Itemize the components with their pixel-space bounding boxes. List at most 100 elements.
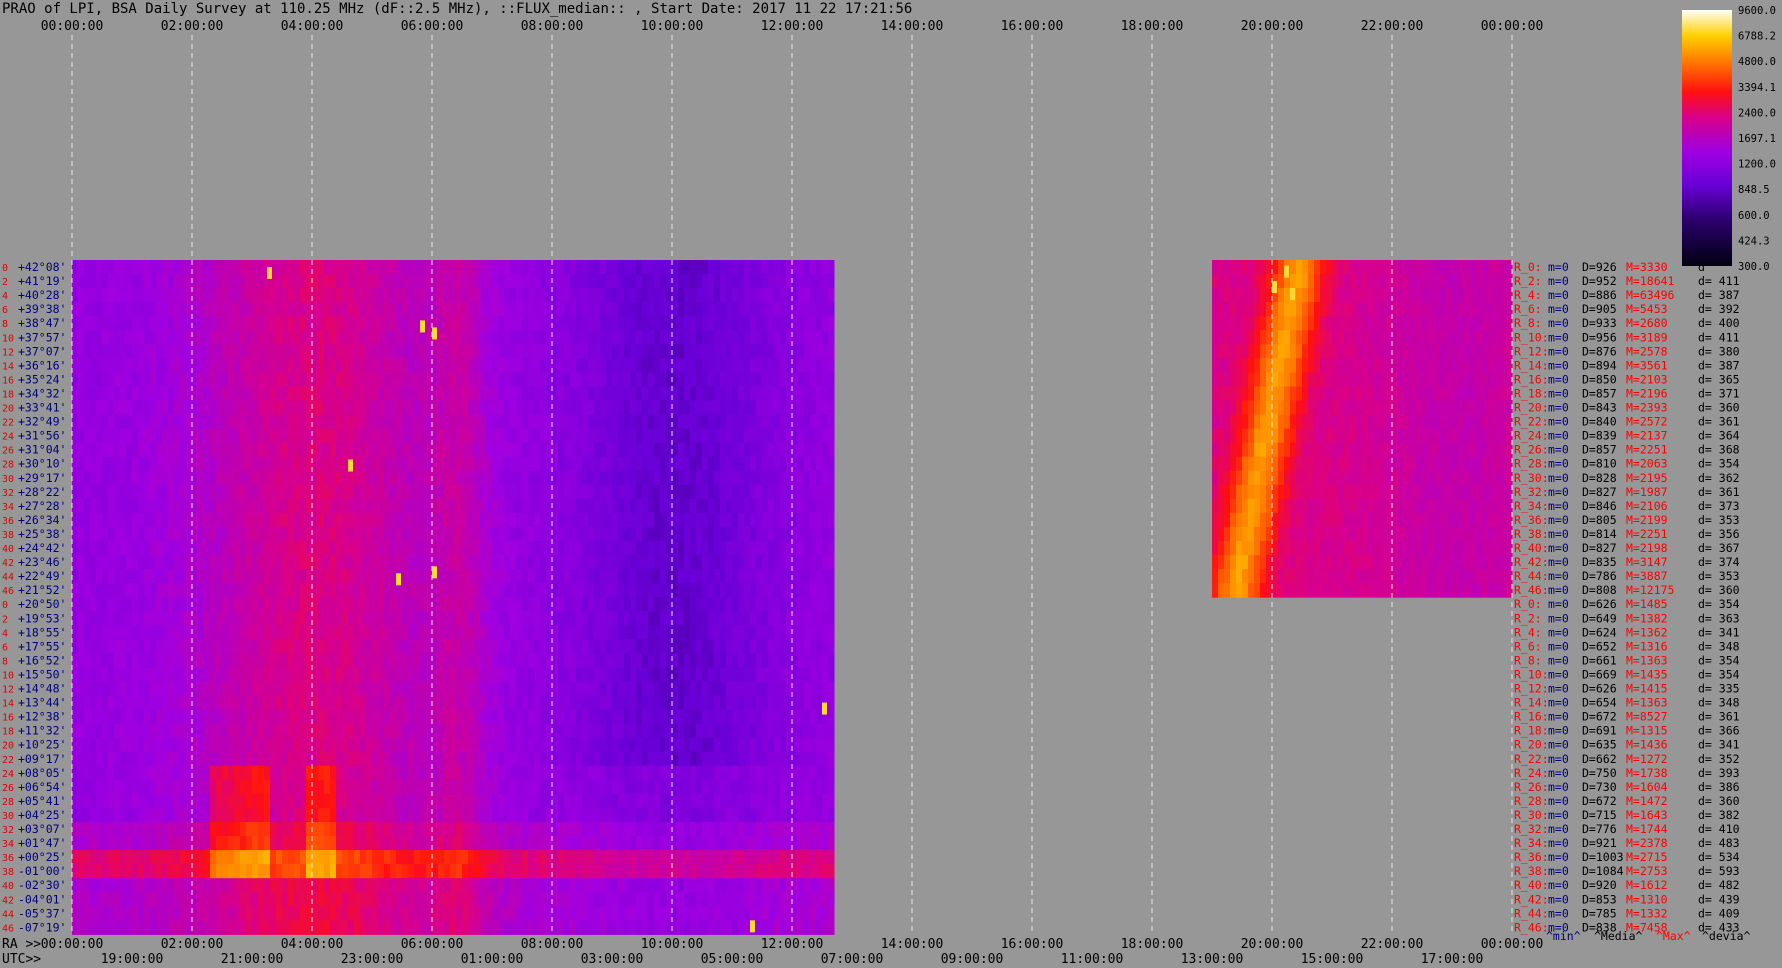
beam-index-label: 44: [2, 909, 14, 920]
stat-min: m=0: [1548, 274, 1569, 288]
stat-median: D=635: [1582, 738, 1617, 752]
declination-label: +36°16': [18, 358, 66, 372]
stat-beam-label: R_46:: [1514, 583, 1549, 597]
beam-index-label: 0: [2, 263, 8, 274]
ra-axis-prefix: RA >>: [2, 937, 41, 952]
stat-min: m=0: [1548, 302, 1569, 316]
stat-beam-label: R_6:: [1514, 302, 1542, 316]
utc-tick-label: 15:00:00: [1301, 952, 1364, 967]
stat-min: m=0: [1548, 485, 1569, 499]
beam-index-label: 6: [2, 642, 8, 653]
stat-deviation: d= 361: [1698, 415, 1740, 429]
stat-median: D=814: [1582, 527, 1617, 541]
declination-label: +20°50': [18, 597, 66, 611]
colorbar-tick-label: 9600.0: [1738, 5, 1776, 17]
stat-median: D=624: [1582, 625, 1617, 639]
declination-label: -02°30': [18, 878, 66, 892]
ra-tick-label: 18:00:00: [1121, 937, 1184, 952]
stat-beam-label: R_20:: [1514, 738, 1549, 752]
declination-label: +13°44': [18, 696, 66, 710]
stat-min: m=0: [1548, 429, 1569, 443]
beam-index-label: 18: [2, 727, 14, 738]
beam-index-label: 2: [2, 277, 8, 288]
top-tick-label: 02:00:00: [161, 19, 224, 34]
stat-max: M=2572: [1626, 415, 1668, 429]
stat-deviation: d= 380: [1698, 344, 1740, 358]
stat-max: M=2137: [1626, 429, 1668, 443]
stat-max: M=1363: [1626, 653, 1668, 667]
stat-max: M=2195: [1626, 471, 1668, 485]
stat-max: M=1612: [1626, 878, 1668, 892]
stat-deviation: d= 534: [1698, 850, 1740, 864]
stat-deviation: d= 368: [1698, 443, 1740, 457]
colorbar-tick-label: 600.0: [1738, 210, 1770, 222]
ra-tick-label: 02:00:00: [161, 937, 224, 952]
stat-max: M=2715: [1626, 850, 1668, 864]
stat-median: D=876: [1582, 344, 1617, 358]
beam-index-label: 24: [2, 769, 14, 780]
stat-median: D=828: [1582, 471, 1617, 485]
stat-max: M=1435: [1626, 667, 1668, 681]
colorbar-tick-label: 1697.1: [1738, 133, 1776, 145]
beam-index-label: 8: [2, 656, 8, 667]
stat-deviation: d= 593: [1698, 864, 1740, 878]
utc-tick-label: 03:00:00: [581, 952, 644, 967]
beam-index-label: 34: [2, 839, 14, 850]
beam-index-label: 10: [2, 670, 14, 681]
stat-median: D=691: [1582, 724, 1617, 738]
stat-deviation: d= 360: [1698, 401, 1740, 415]
stat-beam-label: R_40:: [1514, 541, 1549, 555]
stat-min: m=0: [1548, 358, 1569, 372]
top-tick-label: 00:00:00: [1481, 19, 1544, 34]
declination-label: +17°55': [18, 639, 66, 653]
stat-max: M=5453: [1626, 302, 1668, 316]
stat-max: M=2753: [1626, 864, 1668, 878]
declination-label: -04°01': [18, 892, 66, 906]
stat-max: M=2393: [1626, 401, 1668, 415]
utc-tick-label: 07:00:00: [821, 952, 884, 967]
colorbar-tick-label: 848.5: [1738, 184, 1770, 196]
top-tick-label: 04:00:00: [281, 19, 344, 34]
declination-label: +30°10': [18, 457, 66, 471]
stat-max: M=1332: [1626, 906, 1668, 920]
stat-max: M=1362: [1626, 625, 1668, 639]
colorbar-tick-label: 424.3: [1738, 235, 1770, 247]
declination-label: +18°55': [18, 625, 66, 639]
beam-index-label: 30: [2, 811, 14, 822]
declination-label: +29°17': [18, 471, 66, 485]
declination-label: +16°52': [18, 653, 66, 667]
stat-min: m=0: [1548, 260, 1569, 274]
stat-min: m=0: [1548, 710, 1569, 724]
stat-min: m=0: [1548, 892, 1569, 906]
stat-max: M=1272: [1626, 752, 1668, 766]
beam-index-label: 32: [2, 488, 14, 499]
stat-beam-label: R_14:: [1514, 696, 1549, 710]
utc-tick-label: 21:00:00: [221, 952, 284, 967]
beam-index-label: 22: [2, 755, 14, 766]
colorbar-tick-label: 1200.0: [1738, 159, 1776, 171]
beam-index-label: 14: [2, 699, 14, 710]
stat-median: D=649: [1582, 611, 1617, 625]
beam-index-label: 8: [2, 319, 8, 330]
stat-beam-label: R_10:: [1514, 667, 1549, 681]
stat-median: D=843: [1582, 401, 1617, 415]
stat-beam-label: R_44:: [1514, 906, 1549, 920]
stat-min: m=0: [1548, 696, 1569, 710]
stat-deviation: d= 348: [1698, 639, 1740, 653]
stat-deviation: d= 356: [1698, 527, 1740, 541]
legend-deviation: ^devia^: [1702, 929, 1751, 943]
stat-max: M=1485: [1626, 597, 1668, 611]
stat-min: m=0: [1548, 822, 1569, 836]
stat-min: m=0: [1548, 372, 1569, 386]
stat-median: D=956: [1582, 330, 1617, 344]
stat-deviation: d= 393: [1698, 766, 1740, 780]
stat-min: m=0: [1548, 752, 1569, 766]
stat-deviation: d= 411: [1698, 330, 1740, 344]
stat-beam-label: R_32:: [1514, 822, 1549, 836]
declination-label: +23°46': [18, 555, 66, 569]
ra-tick-label: 20:00:00: [1241, 937, 1304, 952]
stat-deviation: d= 365: [1698, 372, 1740, 386]
declination-label: +41°19': [18, 274, 66, 288]
stat-max: M=1987: [1626, 485, 1668, 499]
stat-max: M=1744: [1626, 822, 1668, 836]
